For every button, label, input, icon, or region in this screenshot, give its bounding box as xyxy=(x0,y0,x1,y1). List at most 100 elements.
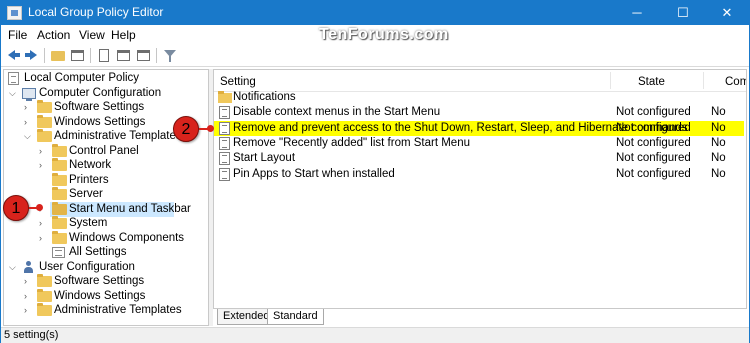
folder-icon xyxy=(37,115,52,128)
maximize-button[interactable]: ☐ xyxy=(661,1,705,25)
menu-help[interactable]: Help xyxy=(111,28,136,42)
app-window: Local Group Policy Editor ─ ☐ ✕ File Act… xyxy=(0,0,750,343)
folder-icon xyxy=(52,144,67,157)
tree-pane[interactable]: Local Computer Policy ⌵ Computer Configu… xyxy=(3,69,209,326)
tree-item-windows-components[interactable]: › Windows Components xyxy=(4,231,208,246)
folder-icon xyxy=(37,303,52,316)
tab-standard[interactable]: Standard xyxy=(267,309,324,325)
properties-icon[interactable] xyxy=(95,47,113,64)
tree-item-server[interactable]: Server xyxy=(4,187,208,202)
policy-setting-icon xyxy=(219,152,230,165)
chevron-right-icon[interactable]: › xyxy=(24,304,27,317)
user-icon xyxy=(22,261,35,274)
up-folder-icon[interactable] xyxy=(49,47,67,64)
callout-1-dot xyxy=(36,204,43,211)
chevron-right-icon[interactable]: › xyxy=(39,232,42,245)
menu-bar: File Action View Help TenForums.com xyxy=(1,25,749,45)
setting-comment: No xyxy=(711,106,726,118)
tree-item-network[interactable]: › Network xyxy=(4,158,208,173)
policy-setting-icon xyxy=(219,168,230,181)
chevron-down-icon[interactable]: ⌵ xyxy=(24,130,31,143)
tree-label: Server xyxy=(69,188,103,200)
tree-label: Software Settings xyxy=(54,275,145,287)
tree-label: Software Settings xyxy=(54,101,145,113)
back-arrow-icon[interactable] xyxy=(5,47,23,64)
tree-item-computer-configuration[interactable]: ⌵ Computer Configuration xyxy=(4,86,208,101)
computer-icon xyxy=(22,88,36,101)
setting-comment: No xyxy=(711,122,726,134)
column-header-state[interactable]: State xyxy=(638,73,665,91)
setting-comment: No xyxy=(711,152,726,164)
list-item-remove-shutdown-commands[interactable]: Remove and prevent access to the Shut Do… xyxy=(214,121,746,136)
chevron-right-icon[interactable]: › xyxy=(39,217,42,230)
policy-setting-icon xyxy=(219,122,230,135)
setting-name: Pin Apps to Start when installed xyxy=(233,168,395,180)
setting-name: Remove "Recently added" list from Start … xyxy=(233,137,470,149)
tree-item-user-software-settings[interactable]: › Software Settings xyxy=(4,274,208,289)
setting-state: Not configured xyxy=(616,152,691,164)
menu-file[interactable]: File xyxy=(8,28,27,42)
all-settings-icon xyxy=(52,247,65,258)
list-item-notifications[interactable]: Notifications xyxy=(214,90,746,105)
policy-setting-icon xyxy=(219,137,230,150)
tree-item-user-windows-settings[interactable]: › Windows Settings xyxy=(4,289,208,304)
tree-label: Start Menu and Taskbar xyxy=(69,203,191,215)
policy-setting-icon xyxy=(219,106,230,119)
tree-item-control-panel[interactable]: › Control Panel xyxy=(4,144,208,159)
chevron-down-icon[interactable]: ⌵ xyxy=(9,87,16,100)
tree-item-all-settings[interactable]: All Settings xyxy=(4,245,208,260)
tree-item-root[interactable]: Local Computer Policy xyxy=(4,71,208,86)
minimize-button[interactable]: ─ xyxy=(615,1,659,25)
filter-icon[interactable] xyxy=(161,47,179,64)
chevron-right-icon[interactable]: › xyxy=(24,290,27,303)
chevron-right-icon[interactable]: › xyxy=(39,145,42,158)
help-icon[interactable] xyxy=(115,47,133,64)
list-item-remove-recently-added[interactable]: Remove "Recently added" list from Start … xyxy=(214,136,746,151)
setting-name: Start Layout xyxy=(233,152,296,164)
callout-2: 2 xyxy=(173,116,199,142)
chevron-right-icon[interactable]: › xyxy=(24,101,27,114)
folder-icon xyxy=(52,173,67,186)
show-hide-tree-icon[interactable] xyxy=(69,47,87,64)
close-button[interactable]: ✕ xyxy=(705,1,749,25)
settings-list-pane[interactable]: Setting State Comment Notifications Disa… xyxy=(213,69,747,309)
list-item-disable-context-menus[interactable]: Disable context menus in the Start Menu … xyxy=(214,105,746,120)
chevron-right-icon[interactable]: › xyxy=(24,116,27,129)
folder-icon xyxy=(52,202,67,215)
column-header-setting[interactable]: Setting xyxy=(220,73,256,91)
tree-item-start-menu-and-taskbar[interactable]: › Start Menu and Taskbar xyxy=(4,202,208,217)
chevron-right-icon[interactable]: › xyxy=(24,275,27,288)
setting-comment: No xyxy=(711,168,726,180)
column-header-comment[interactable]: Comment xyxy=(725,73,746,91)
tree-item-system[interactable]: › System xyxy=(4,216,208,231)
tree-label: Printers xyxy=(69,174,109,186)
tree-item-user-administrative-templates[interactable]: › Administrative Templates xyxy=(4,303,208,318)
list-item-start-layout[interactable]: Start Layout Not configured No xyxy=(214,151,746,166)
tree-item-user-configuration[interactable]: ⌵ User Configuration xyxy=(4,260,208,275)
tree-label: Windows Settings xyxy=(54,116,146,128)
setting-state: Not configured xyxy=(616,122,691,134)
watermark: TenForums.com xyxy=(319,26,449,43)
column-separator[interactable] xyxy=(610,72,611,89)
tree-label: System xyxy=(69,217,108,229)
folder-icon xyxy=(52,216,67,229)
tree-label: Computer Configuration xyxy=(39,87,162,99)
chevron-right-icon[interactable]: › xyxy=(39,159,42,172)
tree-label: Windows Settings xyxy=(54,290,146,302)
view-tabs: Extended Standard xyxy=(213,309,747,326)
tree-item-printers[interactable]: Printers xyxy=(4,173,208,188)
forward-arrow-icon[interactable] xyxy=(23,47,41,64)
status-text: 5 setting(s) xyxy=(4,329,59,341)
setting-state: Not configured xyxy=(616,106,691,118)
menu-view[interactable]: View xyxy=(79,28,105,42)
setting-comment: No xyxy=(711,137,726,149)
show-hide-action-pane-icon[interactable] xyxy=(135,47,153,64)
list-item-pin-apps[interactable]: Pin Apps to Start when installed Not con… xyxy=(214,167,746,182)
tree-label: Windows Components xyxy=(69,232,185,244)
tree-label: Control Panel xyxy=(69,145,139,157)
folder-icon xyxy=(52,158,67,171)
chevron-down-icon[interactable]: ⌵ xyxy=(9,261,16,274)
column-separator[interactable] xyxy=(703,72,704,89)
menu-action[interactable]: Action xyxy=(37,28,70,42)
tree-item-software-settings[interactable]: › Software Settings xyxy=(4,100,208,115)
